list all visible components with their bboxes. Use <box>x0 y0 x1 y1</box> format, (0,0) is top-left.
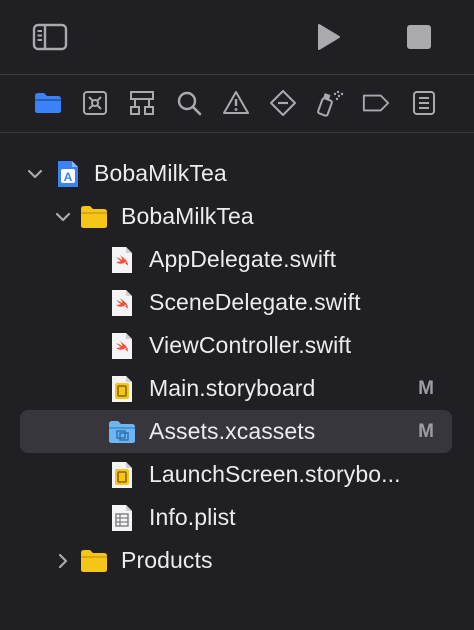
debug-spray-icon <box>317 90 344 117</box>
folder-icon <box>80 203 108 231</box>
tab-source-control[interactable] <box>81 89 109 117</box>
group-name: Products <box>121 547 213 573</box>
folder-icon <box>80 547 108 575</box>
chevron-down-icon[interactable] <box>54 208 72 226</box>
symbol-hierarchy-icon <box>130 91 154 115</box>
source-control-icon <box>83 91 107 115</box>
swift-file-icon <box>108 246 136 274</box>
navigator-tab-bar <box>0 75 474 131</box>
tab-symbol-navigator[interactable] <box>128 89 156 117</box>
tree-row-file[interactable]: LaunchScreen.storybo... <box>0 453 474 496</box>
search-icon <box>177 91 202 116</box>
file-name: Assets.xcassets <box>149 418 316 444</box>
scm-status-badge: M <box>418 420 434 442</box>
file-name: Info.plist <box>149 504 236 530</box>
tree-row-file[interactable]: AppDelegate.swift <box>0 238 474 281</box>
run-button[interactable] <box>310 20 346 54</box>
svg-text:A: A <box>64 170 73 184</box>
group-name: BobaMilkTea <box>121 203 254 229</box>
tab-find-navigator[interactable] <box>175 89 203 117</box>
storyboard-file-icon <box>108 461 136 489</box>
chevron-right-icon[interactable] <box>54 552 72 570</box>
tab-report-navigator[interactable] <box>410 89 438 117</box>
tree-row-file[interactable]: ViewController.swift <box>0 324 474 367</box>
window-toolbar <box>0 0 474 74</box>
asset-catalog-icon <box>108 418 136 446</box>
tree-row-products[interactable]: Products <box>0 539 474 582</box>
swift-file-icon <box>108 289 136 317</box>
report-list-icon <box>413 91 435 115</box>
breakpoint-icon <box>362 94 390 112</box>
file-name: LaunchScreen.storybo... <box>149 461 401 487</box>
tree-row-file[interactable]: Main.storyboard M <box>0 367 474 410</box>
file-name: SceneDelegate.swift <box>149 289 361 315</box>
tree-row-group[interactable]: BobaMilkTea <box>0 195 474 238</box>
file-name: AppDelegate.swift <box>149 246 337 272</box>
xcode-project-icon: A <box>54 160 82 188</box>
file-name: Main.storyboard <box>149 375 316 401</box>
tree-row-project[interactable]: A BobaMilkTea <box>0 152 474 195</box>
storyboard-file-icon <box>108 375 136 403</box>
tab-test-navigator[interactable] <box>269 89 297 117</box>
tab-breakpoint-navigator[interactable] <box>362 89 390 117</box>
tab-issue-navigator[interactable] <box>222 89 250 117</box>
test-diamond-icon <box>270 90 296 116</box>
tree-row-file[interactable]: Info.plist <box>0 496 474 539</box>
tree-row-file-selected[interactable]: Assets.xcassets M <box>0 410 474 453</box>
play-icon <box>318 24 340 50</box>
file-name: ViewController.swift <box>149 332 352 358</box>
warning-icon <box>223 91 249 114</box>
stop-icon <box>407 25 431 49</box>
swift-file-icon <box>108 332 136 360</box>
project-name: BobaMilkTea <box>94 160 227 186</box>
chevron-down-icon[interactable] <box>26 165 44 183</box>
sidebar-toggle-button[interactable] <box>30 20 70 54</box>
tree-row-file[interactable]: SceneDelegate.swift <box>0 281 474 324</box>
stop-button[interactable] <box>402 20 436 54</box>
sidebar-icon <box>32 23 68 51</box>
tab-project-navigator[interactable] <box>34 89 62 117</box>
folder-icon <box>35 93 61 113</box>
navbar-divider <box>0 132 474 133</box>
plist-file-icon <box>108 504 136 532</box>
tab-debug-navigator[interactable] <box>316 89 344 117</box>
scm-status-badge: M <box>418 377 434 399</box>
